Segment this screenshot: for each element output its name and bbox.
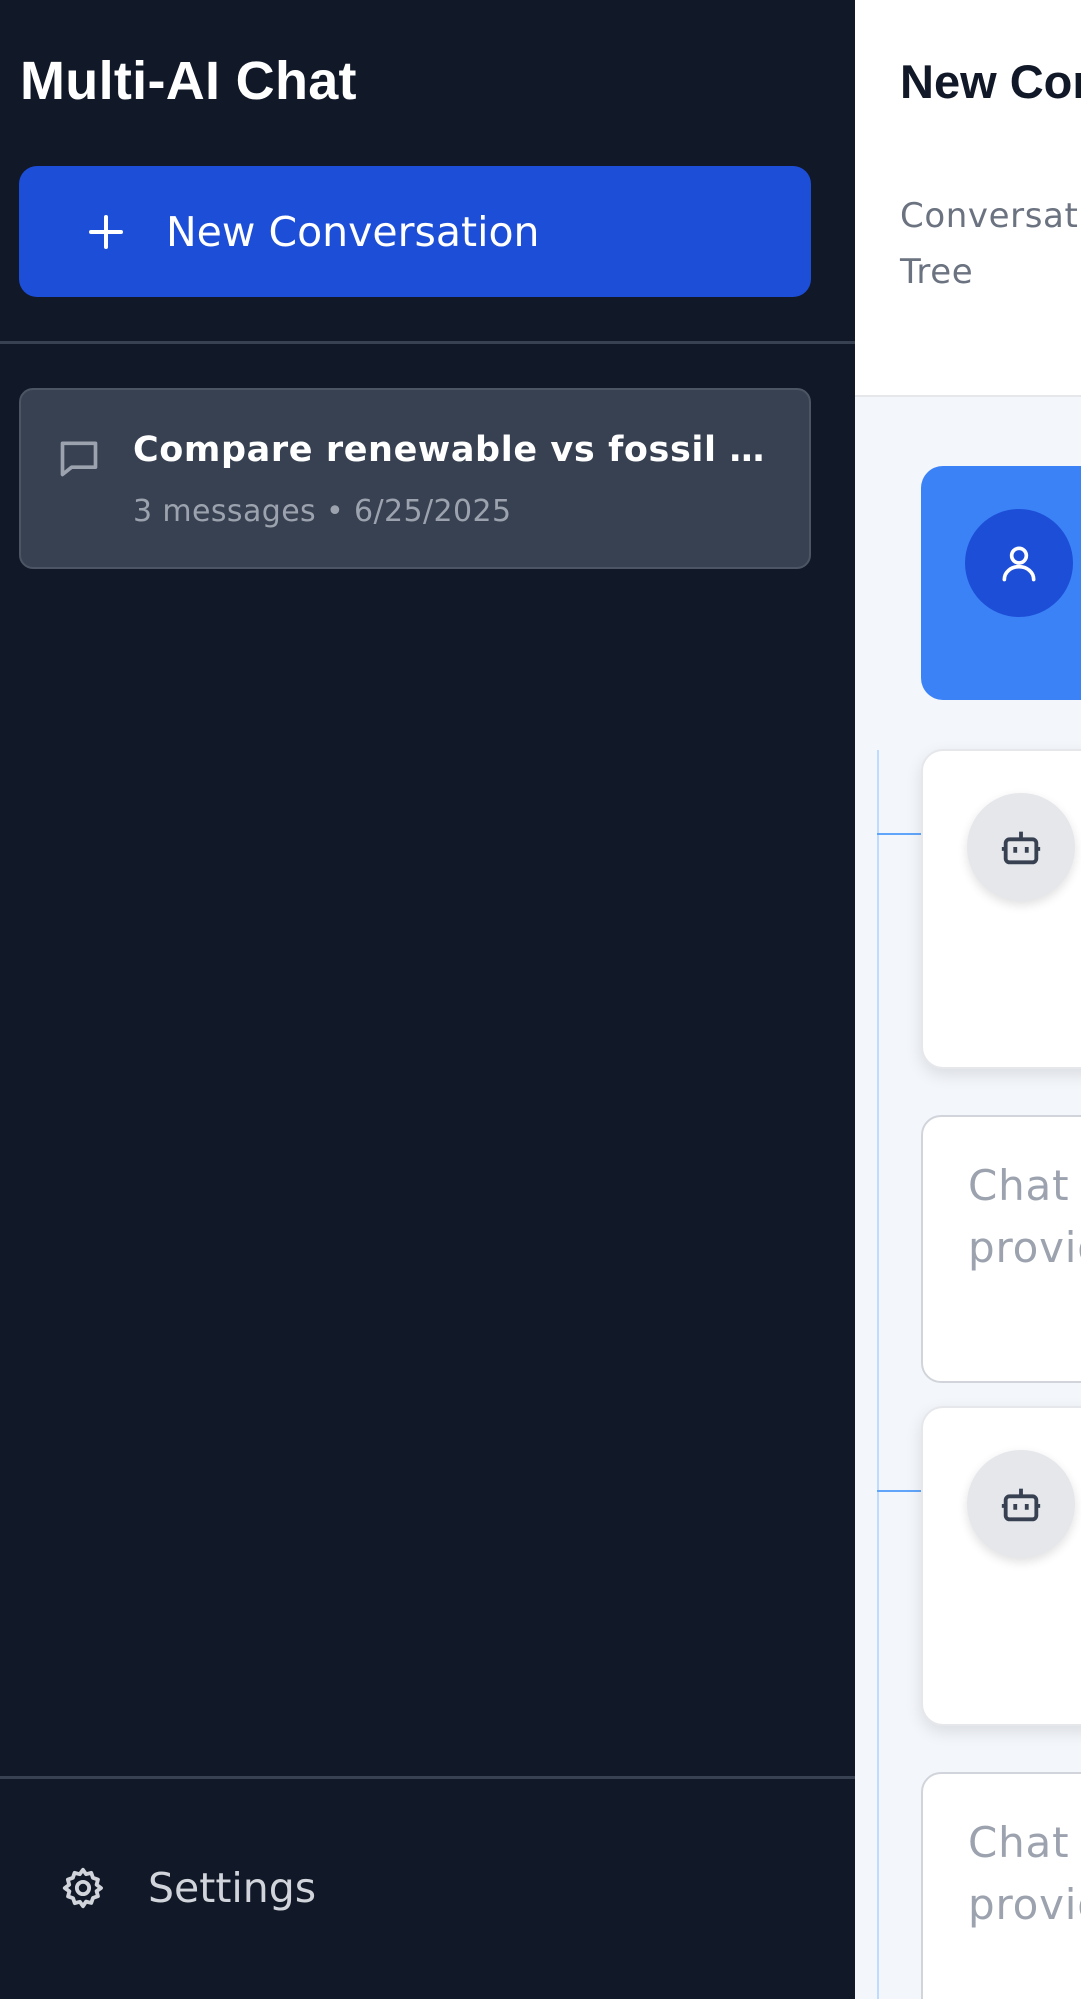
app-window: Multi-AI Chat New Conversation Compare r… (0, 0, 1081, 1999)
main-header: New Conversation Conversation Tree (855, 0, 1081, 397)
chat-input-placeholder: Chat with provider... (968, 1161, 1081, 1272)
conversation-list-item[interactable]: Compare renewable vs fossil fuels 3 mess… (19, 388, 811, 569)
sidebar-divider (0, 341, 855, 344)
settings-button[interactable]: Settings (60, 1858, 316, 1918)
settings-label: Settings (148, 1864, 317, 1912)
user-icon (1002, 546, 1036, 582)
chat-bubble-icon (60, 441, 98, 477)
conversation-tree-label[interactable]: Conversation Tree (900, 188, 1081, 300)
page-title: New Conversation (900, 55, 1081, 108)
chat-input[interactable]: Chat with provider... (921, 1115, 1081, 1383)
gear-icon (62, 1867, 103, 1909)
new-conversation-label: New Conversation (166, 207, 540, 256)
sidebar-footer-divider (0, 1776, 855, 1779)
conversation-title: Compare renewable vs fossil fuels (133, 430, 773, 470)
new-conversation-button[interactable]: New Conversation (19, 166, 811, 297)
plus-icon (89, 215, 123, 249)
tree-connector-line (877, 750, 879, 1999)
bot-icon (1001, 831, 1041, 865)
bot-avatar (967, 1450, 1075, 1558)
bot-avatar (967, 793, 1075, 901)
chat-input[interactable]: Chat with provider... (921, 1772, 1081, 1999)
main-panel: New Conversation Conversation Tree (855, 0, 1081, 1999)
chat-input-placeholder: Chat with provider... (968, 1818, 1081, 1929)
conversation-meta: 3 messages • 6/25/2025 (133, 494, 512, 529)
sidebar: Multi-AI Chat New Conversation Compare r… (0, 0, 855, 1999)
bot-icon (1001, 1488, 1041, 1522)
app-title: Multi-AI Chat (20, 51, 357, 111)
user-avatar (965, 509, 1073, 617)
